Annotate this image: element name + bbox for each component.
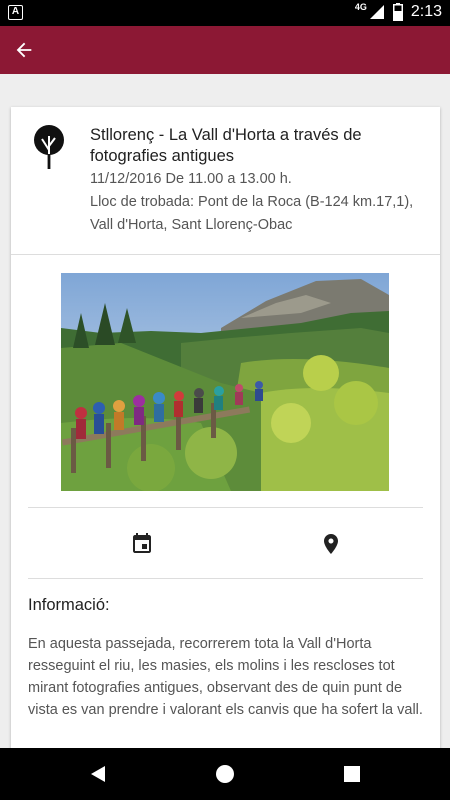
event-date: 11/12/2016 De 11.00 a 13.00 h. bbox=[90, 171, 292, 187]
photo-illustration bbox=[61, 273, 389, 491]
status-bar: A 4G 2:13 bbox=[0, 0, 450, 26]
app-bar bbox=[0, 26, 450, 74]
hikers-photo bbox=[61, 273, 389, 491]
nav-home-button[interactable] bbox=[213, 762, 237, 786]
event-title: Stllorenç - La Vall d'Horta a través de … bbox=[90, 126, 362, 165]
location-pin-icon bbox=[324, 534, 338, 554]
event-card: Stllorenç - La Vall d'Horta a través de … bbox=[11, 107, 440, 767]
event-meeting-point: Lloc de trobada: Pont de la Roca (B-124 … bbox=[90, 194, 414, 233]
triangle-back-icon bbox=[91, 766, 105, 782]
signal-icon bbox=[369, 5, 384, 19]
battery-icon bbox=[392, 3, 403, 21]
action-row bbox=[28, 507, 423, 579]
info-heading: Informació: bbox=[28, 596, 110, 614]
clock: 2:13 bbox=[410, 3, 442, 20]
network-type: 4G bbox=[354, 2, 367, 12]
show-location-button[interactable] bbox=[317, 530, 345, 558]
add-to-calendar-button[interactable] bbox=[128, 530, 156, 558]
tree-icon bbox=[34, 125, 64, 169]
info-text: En aquesta passejada, recorrerem tota la… bbox=[28, 636, 423, 718]
nav-back-button[interactable] bbox=[86, 762, 110, 786]
notification-app-icon: A bbox=[8, 5, 23, 20]
system-nav-bar bbox=[0, 748, 450, 800]
status-icons: 4G 2:13 bbox=[349, 2, 442, 21]
square-recents-icon bbox=[344, 766, 360, 782]
circle-home-icon bbox=[216, 765, 234, 783]
nav-recents-button[interactable] bbox=[340, 762, 364, 786]
arrow-back-icon bbox=[16, 42, 32, 58]
event-header: Stllorenç - La Vall d'Horta a través de … bbox=[11, 107, 440, 255]
calendar-icon bbox=[133, 533, 151, 553]
back-button[interactable] bbox=[4, 30, 44, 70]
